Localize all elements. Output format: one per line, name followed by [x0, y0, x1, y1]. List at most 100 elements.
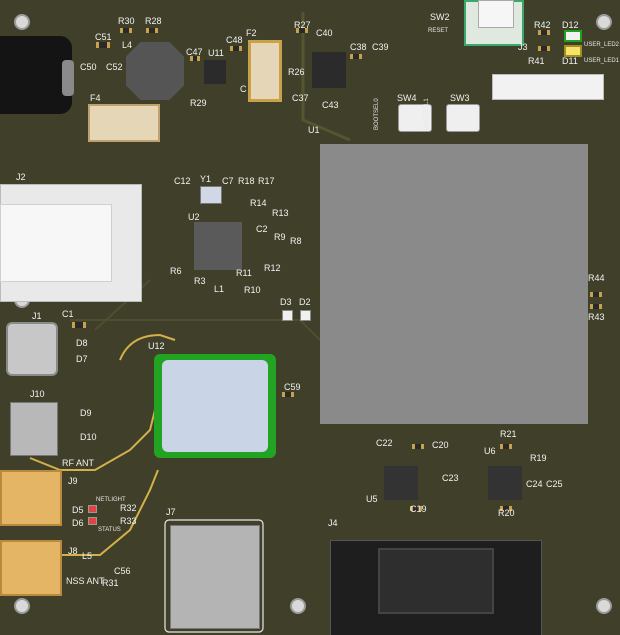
refdes-R42: R42 — [534, 20, 551, 30]
refdes-R10: R10 — [244, 285, 261, 295]
refdes-F4: F4 — [90, 93, 101, 103]
refdes-C7: C7 — [222, 176, 234, 186]
refdes-R28: R28 — [145, 16, 162, 26]
refdes-R11: R11 — [236, 268, 252, 278]
refdes-C19: C19 — [410, 504, 427, 514]
label-bootsel1: BOOTSEL1 — [424, 98, 430, 130]
refdes-R20: R20 — [498, 508, 515, 518]
refdes-R41: R41 — [528, 56, 545, 66]
mount-hole-bottom-right — [596, 598, 612, 614]
refdes-C52: C52 — [106, 62, 123, 72]
refdes-R6: R6 — [170, 266, 182, 276]
refdes-D2: D2 — [299, 297, 311, 307]
smd-r42 — [538, 30, 550, 35]
refdes-C38: C38 — [350, 42, 367, 52]
refdes-U11: U11 — [208, 48, 224, 58]
refdes-C40: C40 — [316, 28, 333, 38]
chip-regulator — [312, 52, 346, 88]
refdes-R8: R8 — [290, 236, 302, 246]
refdes-SW3: SW3 — [450, 93, 470, 103]
refdes-C47: C47 — [186, 47, 203, 57]
smd-r30 — [120, 28, 132, 33]
refdes-SW2: SW2 — [430, 12, 450, 22]
refdes-F2: F2 — [246, 28, 257, 38]
refdes-C56: C56 — [114, 566, 131, 576]
refdes-C48: C48 — [226, 35, 243, 45]
chip-u2 — [194, 222, 242, 270]
refdes-J1: J1 — [32, 311, 42, 321]
label-user-led1: USER_LED1 — [584, 58, 620, 64]
fuse-f2 — [248, 40, 282, 102]
refdes-D5: D5 — [72, 505, 84, 515]
chip-u11 — [204, 60, 226, 84]
refdes-R21: R21 — [500, 429, 517, 439]
refdes-D9: D9 — [80, 408, 92, 418]
refdes-R19: R19 — [530, 453, 547, 463]
refdes-C12: C12 — [174, 176, 191, 186]
refdes-L5: L5 — [82, 551, 93, 561]
mount-hole-bottom-mid — [290, 598, 306, 614]
refdes-R29: R29 — [190, 98, 207, 108]
refdes-R27: R27 — [294, 20, 311, 30]
refdes-C24: C24 — [526, 479, 543, 489]
refdes-D7: D7 — [76, 354, 88, 364]
sma-j9 — [0, 470, 62, 526]
connector-j2-inner — [0, 204, 112, 282]
refdes-R43: R43 — [588, 312, 605, 322]
label-status: STATUS — [98, 527, 121, 533]
db9-j4-shell — [378, 548, 494, 614]
refdes-U1: U1 — [308, 125, 320, 135]
refdes-U2: U2 — [188, 212, 200, 222]
refdes-J3: J3 — [518, 42, 528, 52]
connector-j10 — [10, 402, 58, 456]
refdes-C: C — [240, 84, 247, 94]
smd-c51 — [96, 42, 110, 48]
refdes-C59: C59 — [284, 382, 301, 392]
reset-switch-button[interactable] — [478, 0, 514, 28]
refdes-R18: R18 — [238, 176, 255, 186]
label-rf-ant: RF ANT — [62, 458, 95, 468]
label-reset: RESET — [428, 28, 449, 34]
smd-r41 — [538, 46, 550, 51]
refdes-R30: R30 — [118, 16, 135, 26]
refdes-C1: C1 — [62, 309, 74, 319]
refdes-R12: R12 — [264, 263, 281, 273]
refdes-C37: C37 — [292, 93, 309, 103]
refdes-R17: R17 — [258, 176, 275, 186]
refdes-D6: D6 — [72, 518, 84, 528]
connector-j3 — [492, 74, 604, 100]
refdes-C22: C22 — [376, 438, 393, 448]
smd-r43 — [590, 304, 602, 309]
refdes-R32: R32 — [120, 503, 137, 513]
refdes-J8: J8 — [68, 546, 78, 556]
mount-hole-top-right — [596, 14, 612, 30]
refdes-R13: R13 — [272, 208, 289, 218]
bootsel1-switch-sw3[interactable] — [446, 104, 480, 132]
dc-jack-ring — [62, 60, 74, 96]
refdes-R14: R14 — [250, 198, 267, 208]
refdes-L1: L1 — [214, 284, 225, 294]
refdes-C23: C23 — [442, 473, 459, 483]
led-d3 — [282, 310, 293, 321]
usb-c-j1[interactable] — [6, 322, 58, 376]
refdes-R33: R33 — [120, 516, 137, 526]
label-bootsel0: BOOTSEL0 — [374, 98, 380, 130]
refdes-C50: C50 — [80, 62, 97, 72]
sim-slot-j7 — [170, 525, 260, 629]
refdes-Y1: Y1 — [200, 174, 212, 184]
smd-c59 — [282, 392, 294, 397]
refdes-C39: C39 — [372, 42, 389, 52]
refdes-L4: L4 — [122, 40, 133, 50]
refdes-D3: D3 — [280, 297, 292, 307]
led-d5 — [88, 505, 97, 513]
chip-u5 — [384, 466, 418, 500]
gsm-module-body — [162, 360, 268, 452]
refdes-J4: J4 — [328, 518, 338, 528]
inductor-l4 — [126, 42, 184, 100]
smd-c38 — [350, 54, 362, 59]
refdes-R9: R9 — [274, 232, 286, 242]
smd-c1 — [72, 322, 86, 328]
refdes-D10: D10 — [80, 432, 97, 442]
led-d12 — [564, 30, 582, 42]
refdes-R31: R31 — [102, 578, 119, 588]
